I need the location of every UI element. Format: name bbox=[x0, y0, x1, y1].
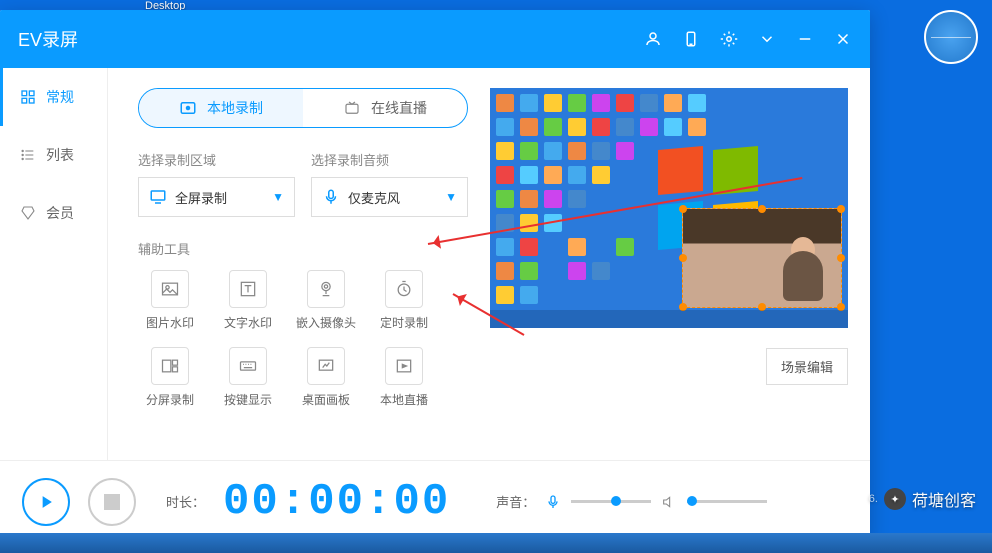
preview-taskbar bbox=[490, 310, 848, 328]
area-select-value: 全屏录制 bbox=[175, 188, 227, 207]
mic-volume-slider[interactable] bbox=[571, 500, 651, 503]
bottom-bar: 时长： 00:00:00 声音： bbox=[0, 460, 870, 542]
area-section-label: 选择录制区域 bbox=[138, 150, 295, 169]
dropdown-icon[interactable] bbox=[758, 30, 776, 48]
minimize-icon[interactable] bbox=[796, 30, 814, 48]
app-window: EV录屏 常规 列表 会员 bbox=[0, 10, 870, 542]
resize-handle[interactable] bbox=[837, 205, 845, 213]
user-icon[interactable] bbox=[644, 30, 662, 48]
camera-overlay[interactable] bbox=[682, 208, 842, 308]
live-icon bbox=[343, 99, 361, 117]
mic-icon[interactable] bbox=[545, 494, 561, 510]
tool-desktop-board[interactable]: 桌面画板 bbox=[294, 343, 358, 412]
image-icon bbox=[151, 270, 189, 308]
tool-split-record[interactable]: 分屏录制 bbox=[138, 343, 202, 412]
tool-label: 嵌入摄像头 bbox=[296, 314, 356, 331]
tab-label: 在线直播 bbox=[371, 98, 427, 118]
image-watermark: 6. ✦ 荷塘创客 bbox=[869, 487, 976, 511]
audio-select-value: 仅麦克风 bbox=[348, 188, 400, 207]
tool-label: 文字水印 bbox=[224, 314, 272, 331]
tool-label: 图片水印 bbox=[146, 314, 194, 331]
scene-edit-button[interactable]: 场景编辑 bbox=[766, 348, 848, 385]
tool-local-cast[interactable]: 本地直播 bbox=[372, 343, 436, 412]
tab-live[interactable]: 在线直播 bbox=[303, 89, 467, 127]
speaker-icon[interactable] bbox=[661, 494, 677, 510]
play-icon bbox=[36, 492, 56, 512]
aux-tools-grid: 图片水印 文字水印 嵌入摄像头 定时录制 分屏录制 按键显示 桌面画板 本地直播 bbox=[138, 266, 468, 412]
tab-local-record[interactable]: 本地录制 bbox=[139, 89, 303, 127]
sidebar-item-label: 会员 bbox=[46, 203, 74, 223]
settings-icon[interactable] bbox=[720, 30, 738, 48]
split-icon bbox=[151, 347, 189, 385]
area-select[interactable]: 全屏录制 ▼ bbox=[138, 177, 295, 217]
cast-icon bbox=[385, 347, 423, 385]
chevron-down-icon: ▼ bbox=[445, 190, 457, 204]
record-stop-button[interactable] bbox=[88, 478, 136, 526]
volume-control: 声音： bbox=[496, 492, 767, 511]
duration-label: 时长： bbox=[166, 492, 205, 511]
tool-key-display[interactable]: 按键显示 bbox=[216, 343, 280, 412]
camera-icon bbox=[307, 270, 345, 308]
preview-panel: 场景编辑 bbox=[490, 88, 848, 460]
mic-icon bbox=[322, 188, 340, 206]
chevron-down-icon: ▼ bbox=[272, 190, 284, 204]
sidebar: 常规 列表 会员 bbox=[0, 68, 108, 460]
tool-timer-record[interactable]: 定时录制 bbox=[372, 266, 436, 335]
duration-value: 00:00:00 bbox=[223, 477, 450, 527]
sidebar-item-normal[interactable]: 常规 bbox=[0, 68, 107, 126]
monitor-icon bbox=[149, 188, 167, 206]
tool-embed-camera[interactable]: 嵌入摄像头 bbox=[294, 266, 358, 335]
keyboard-icon bbox=[229, 347, 267, 385]
resize-handle[interactable] bbox=[837, 254, 845, 262]
windows-taskbar[interactable] bbox=[0, 533, 992, 553]
aux-section-label: 辅助工具 bbox=[138, 239, 468, 258]
sidebar-item-label: 列表 bbox=[46, 145, 74, 165]
grid-icon bbox=[20, 89, 36, 105]
text-icon bbox=[229, 270, 267, 308]
list-icon bbox=[20, 147, 36, 163]
sidebar-item-member[interactable]: 会员 bbox=[0, 184, 107, 242]
tool-text-watermark[interactable]: 文字水印 bbox=[216, 266, 280, 335]
resize-handle[interactable] bbox=[679, 254, 687, 262]
preview-screen[interactable] bbox=[490, 88, 848, 328]
wechat-icon: ✦ bbox=[884, 488, 906, 510]
tool-label: 按键显示 bbox=[224, 391, 272, 408]
speaker-volume-slider[interactable] bbox=[687, 500, 767, 503]
tool-image-watermark[interactable]: 图片水印 bbox=[138, 266, 202, 335]
app-title: EV录屏 bbox=[18, 26, 644, 52]
resize-handle[interactable] bbox=[679, 205, 687, 213]
audio-select[interactable]: 仅麦克风 ▼ bbox=[311, 177, 468, 217]
tool-label: 本地直播 bbox=[380, 391, 428, 408]
desktop-clock-widget bbox=[924, 10, 978, 64]
diamond-icon bbox=[20, 205, 36, 221]
main-area: 本地录制 在线直播 选择录制区域 选择录制音频 bbox=[108, 68, 870, 460]
sidebar-item-label: 常规 bbox=[46, 87, 74, 107]
tool-label: 分屏录制 bbox=[146, 391, 194, 408]
clock-icon bbox=[385, 270, 423, 308]
close-icon[interactable] bbox=[834, 30, 852, 48]
tab-label: 本地录制 bbox=[207, 98, 263, 118]
volume-label: 声音： bbox=[496, 492, 535, 511]
mobile-icon[interactable] bbox=[682, 30, 700, 48]
stop-icon bbox=[104, 494, 120, 510]
audio-section-label: 选择录制音频 bbox=[311, 150, 468, 169]
watermark-text: 荷塘创客 bbox=[912, 487, 976, 511]
camera-person-body bbox=[783, 251, 823, 301]
titlebar: EV录屏 bbox=[0, 10, 870, 68]
board-icon bbox=[307, 347, 345, 385]
tool-label: 定时录制 bbox=[380, 314, 428, 331]
tool-label: 桌面画板 bbox=[302, 391, 350, 408]
record-start-button[interactable] bbox=[22, 478, 70, 526]
record-mode-tabs: 本地录制 在线直播 bbox=[138, 88, 468, 128]
sidebar-item-list[interactable]: 列表 bbox=[0, 126, 107, 184]
watermark-version: 6. bbox=[869, 493, 878, 505]
record-icon bbox=[179, 99, 197, 117]
resize-handle[interactable] bbox=[758, 205, 766, 213]
